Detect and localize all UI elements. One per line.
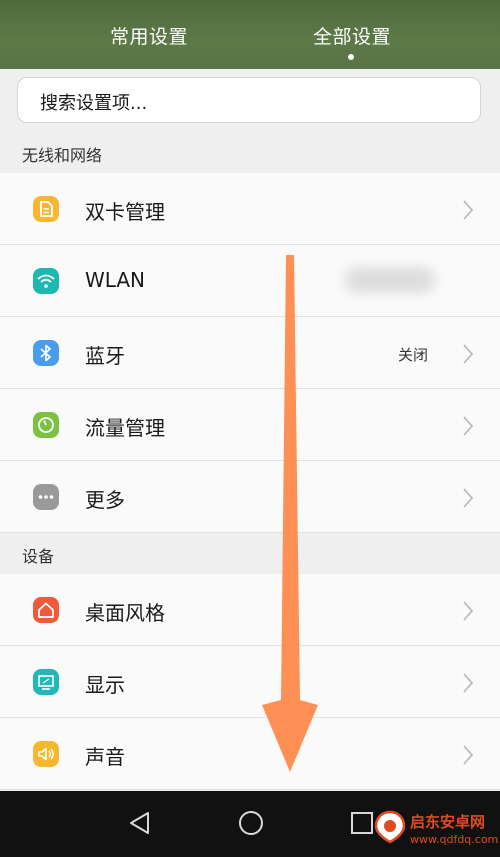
row-label-display: 显示 xyxy=(85,673,125,697)
watermark-url: www.qdfdq.com xyxy=(410,833,499,846)
settings-row-home-style[interactable]: 桌面风格 xyxy=(0,574,500,646)
chevron-right-icon xyxy=(463,344,474,364)
search-placeholder: 搜索设置项... xyxy=(40,93,148,114)
sound-icon xyxy=(33,741,59,767)
section-title-wireless: 无线和网络 xyxy=(22,146,103,165)
settings-row-bluetooth[interactable]: 蓝牙 关闭 xyxy=(0,317,500,389)
chevron-right-icon xyxy=(463,745,474,765)
settings-row-sound[interactable]: 声音 xyxy=(0,718,500,790)
settings-row-wlan[interactable]: WLAN xyxy=(0,245,500,317)
tab-all-settings[interactable]: 全部设置 xyxy=(313,22,391,49)
chevron-right-icon xyxy=(463,416,474,436)
chevron-right-icon xyxy=(463,488,474,508)
row-label-more: 更多 xyxy=(85,488,125,512)
active-tab-indicator xyxy=(348,54,354,60)
bluetooth-icon xyxy=(33,340,59,366)
section-device: 设备 xyxy=(0,534,500,574)
data-usage-icon xyxy=(33,412,59,438)
row-label-sound: 声音 xyxy=(85,745,125,769)
watermark-title: 启东安卓网 xyxy=(410,813,486,831)
tab-common-settings[interactable]: 常用设置 xyxy=(110,22,188,49)
search-input[interactable]: 搜索设置项... xyxy=(17,77,481,123)
more-icon xyxy=(33,484,59,510)
settings-row-data-usage[interactable]: 流量管理 xyxy=(0,389,500,461)
section-title-device: 设备 xyxy=(22,547,55,566)
chevron-right-icon xyxy=(463,601,474,621)
watermark-logo-icon xyxy=(374,810,406,844)
section-wireless: 无线和网络 xyxy=(0,133,500,173)
home-nav-icon[interactable] xyxy=(237,809,265,837)
row-label-wlan: WLAN xyxy=(85,268,146,292)
settings-header: 常用设置 全部设置 xyxy=(0,0,500,69)
settings-row-display[interactable]: 显示 xyxy=(0,646,500,718)
watermark: 启东安卓网 www.qdfdq.com xyxy=(372,805,500,857)
chevron-right-icon xyxy=(463,673,474,693)
row-label-home-style: 桌面风格 xyxy=(85,601,165,625)
display-icon xyxy=(33,669,59,695)
chevron-right-icon xyxy=(463,200,474,220)
bluetooth-status: 关闭 xyxy=(397,346,428,364)
wifi-icon xyxy=(33,268,59,294)
settings-row-more[interactable]: 更多 xyxy=(0,461,500,533)
row-label-dual-sim: 双卡管理 xyxy=(85,200,165,224)
row-label-data-usage: 流量管理 xyxy=(85,416,165,440)
back-icon[interactable] xyxy=(126,809,154,837)
home-icon xyxy=(33,597,59,623)
sim-card-icon xyxy=(33,196,59,222)
settings-row-dual-sim[interactable]: 双卡管理 xyxy=(0,173,500,245)
row-label-bluetooth: 蓝牙 xyxy=(85,344,125,368)
blurred-network-name xyxy=(345,267,435,293)
search-area: 搜索设置项... xyxy=(0,69,500,133)
